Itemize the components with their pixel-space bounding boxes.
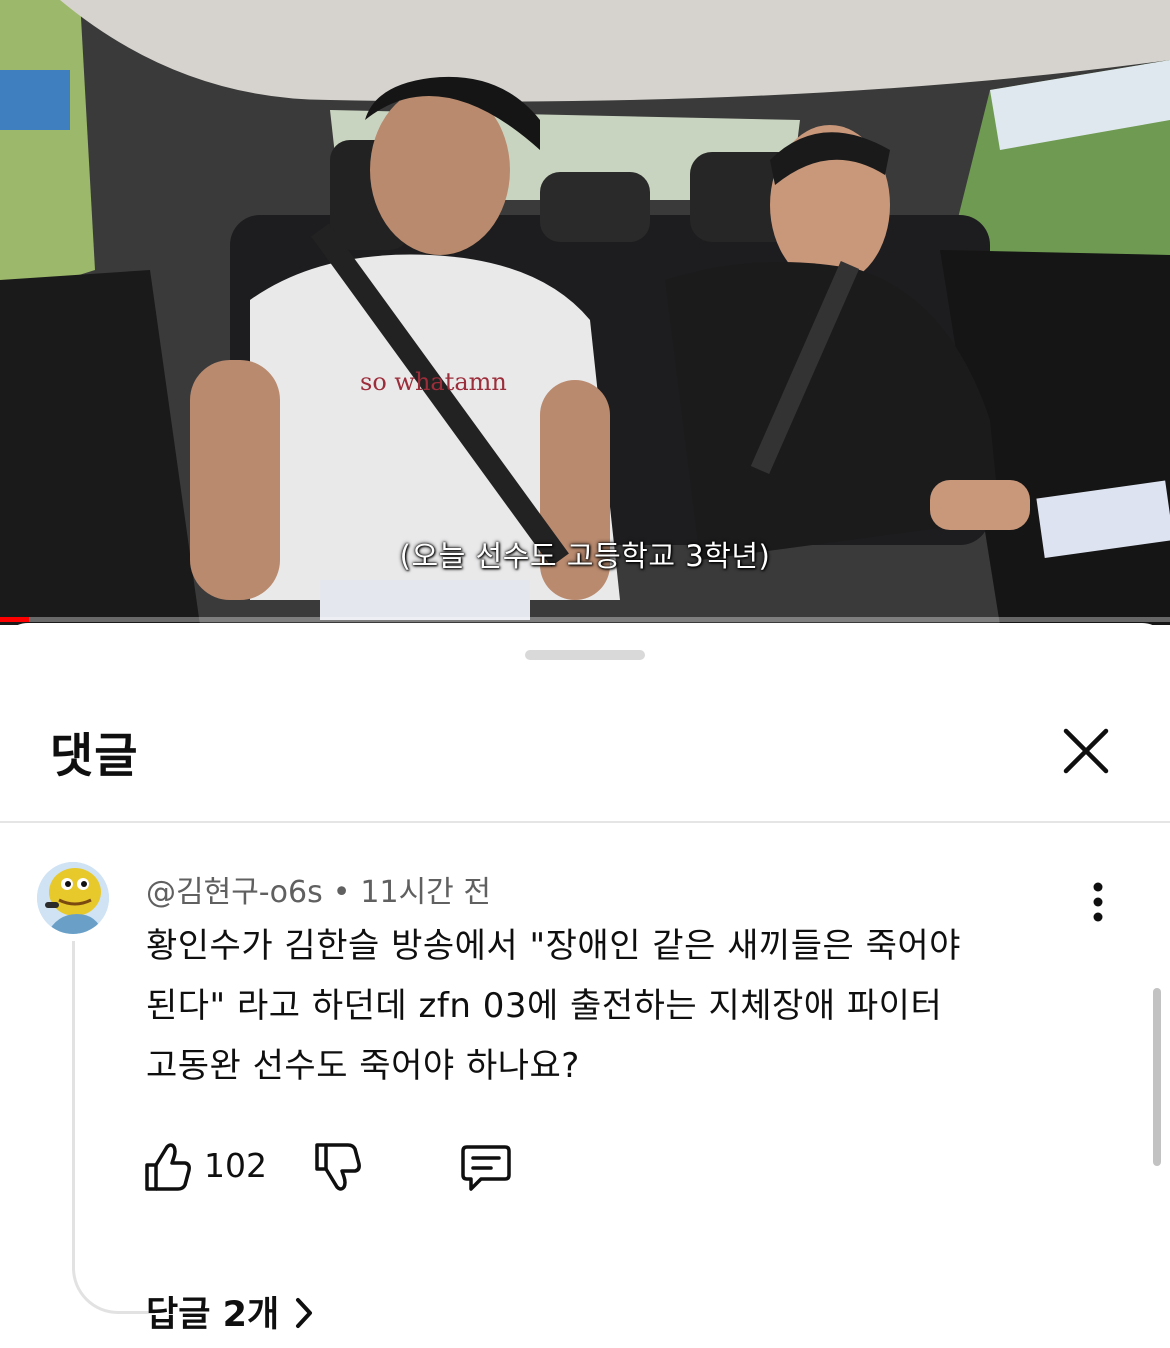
like-count: 102 [204, 1146, 267, 1185]
comment-body: 황인수가 김한슬 방송에서 "장애인 같은 새끼들은 죽어야 된다" 라고 하던… [146, 916, 1106, 1096]
avatar-image [37, 862, 109, 934]
comments-panel: 댓글 @김현구-o6s • 11시간 전 황인수가 김한슬 방송에서 "장애인 … [0, 623, 1170, 1348]
replies-label: 답글 2개 [146, 1295, 280, 1335]
dislike-button[interactable] [313, 1141, 363, 1197]
panel-title: 댓글 [50, 729, 139, 784]
thumb-up-icon [145, 1143, 191, 1191]
thumb-down-icon [315, 1143, 361, 1191]
comment-time: 11시간 전 [360, 875, 491, 910]
video-progress-fill [0, 617, 30, 622]
avatar[interactable] [37, 862, 109, 934]
video-frame: so whatamn [0, 0, 1170, 625]
comment-line: 된다" 라고 하던데 zfn 03에 출전하는 지체장애 파이터 [146, 986, 943, 1026]
scrollbar[interactable] [1153, 988, 1161, 1166]
comment-meta: @김현구-o6s • 11시간 전 [146, 867, 491, 911]
like-button[interactable]: 102 [143, 1141, 267, 1197]
reply-thread-line [72, 941, 155, 1314]
video-progress-bar[interactable] [0, 617, 1170, 622]
reply-button[interactable] [459, 1141, 513, 1197]
drag-handle[interactable] [525, 650, 645, 660]
comment-line: 고동완 선수도 죽어야 하나요? [146, 1046, 580, 1086]
meta-separator: • [332, 875, 351, 910]
svg-text:so whatamn: so whatamn [360, 368, 507, 396]
close-icon [1063, 728, 1109, 774]
comment-icon [461, 1145, 511, 1191]
video-player[interactable]: so whatamn (오늘 선수도 고등학교 3학년) [0, 0, 1170, 625]
header-divider [0, 821, 1170, 823]
close-button[interactable] [1058, 723, 1114, 779]
video-subtitle: (오늘 선수도 고등학교 3학년) [399, 539, 771, 573]
comment-line: 황인수가 김한슬 방송에서 "장애인 같은 새끼들은 죽어야 [146, 926, 961, 966]
view-replies-button[interactable]: 답글 2개 [146, 1286, 315, 1337]
comment-author[interactable]: @김현구-o6s [146, 875, 323, 910]
chevron-right-icon [296, 1298, 313, 1328]
